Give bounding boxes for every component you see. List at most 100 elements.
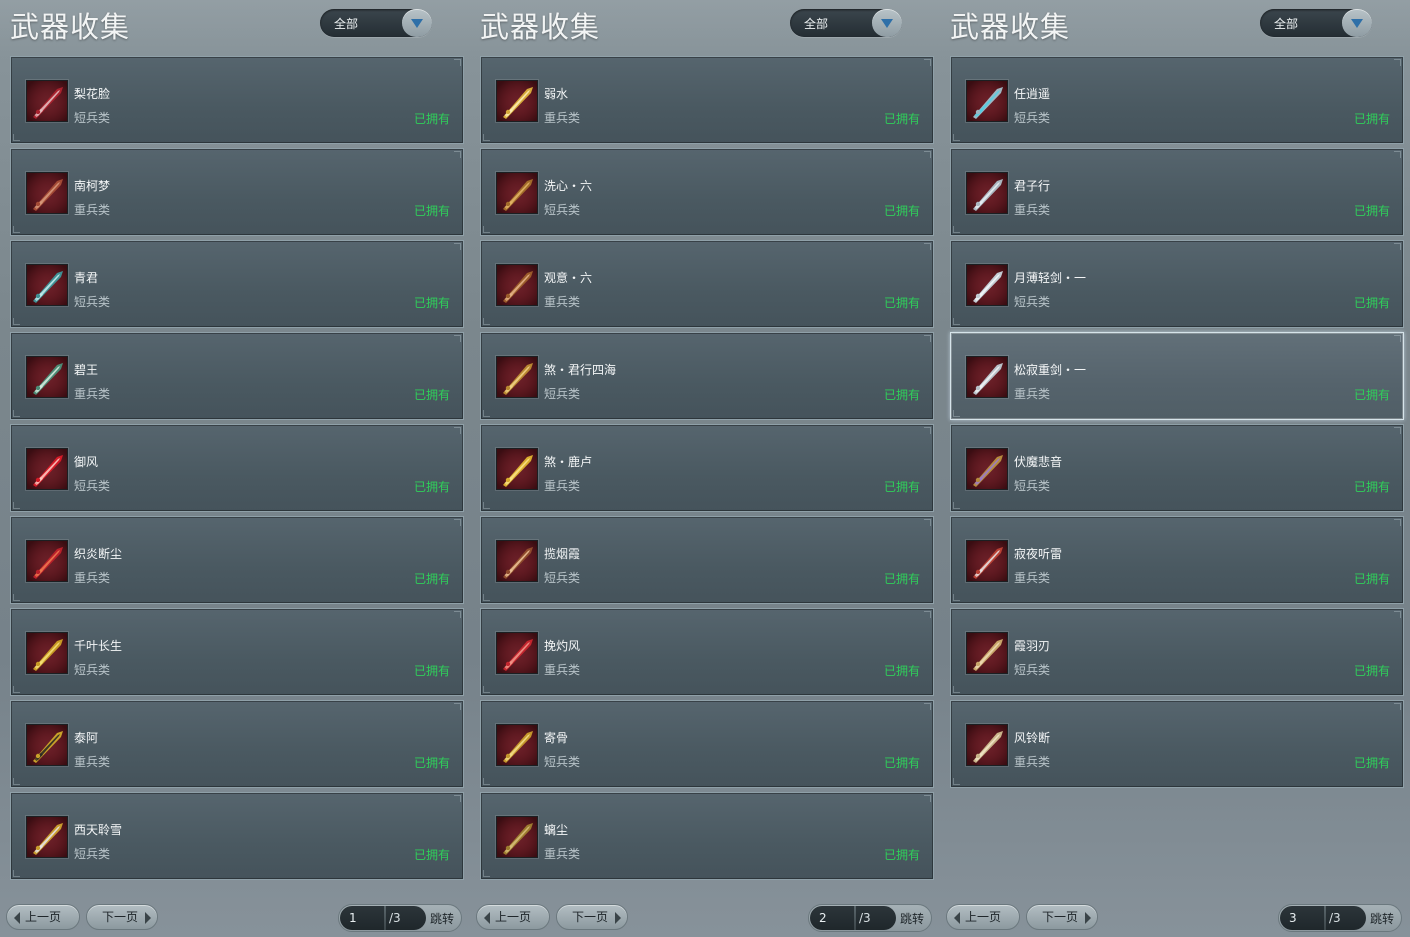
weapon-list: 弱水 重兵类 已拥有 洗心・六 短兵类 已拥有 观意・六 重兵类 已拥有 煞・君行四海 短兵类 已拥有… bbox=[480, 56, 934, 884]
weapon-list-item[interactable]: 寄骨 短兵类 已拥有 bbox=[480, 700, 934, 788]
prev-page-button[interactable]: 上一页 bbox=[6, 904, 80, 930]
weapon-type: 重兵类 bbox=[544, 111, 581, 125]
prev-page-button[interactable]: 上一页 bbox=[476, 904, 550, 930]
gold-staff-icon bbox=[26, 632, 68, 674]
weapon-name: 碧王 bbox=[74, 363, 99, 377]
page-jump-box: 2/3 跳转 bbox=[808, 904, 932, 932]
current-page: 2 bbox=[819, 911, 827, 925]
page-number-input[interactable]: 3/3 bbox=[1280, 906, 1366, 930]
weapon-list-item[interactable]: 千叶长生 短兵类 已拥有 bbox=[10, 608, 464, 696]
jump-button[interactable]: 跳转 bbox=[430, 910, 454, 927]
weapon-name: 寂夜听雷 bbox=[1014, 547, 1063, 561]
next-page-button[interactable]: 下一页 bbox=[556, 904, 628, 930]
weapon-list-item[interactable]: 西天聆雪 短兵类 已拥有 bbox=[10, 792, 464, 880]
page-number-input[interactable]: 1/3 bbox=[340, 906, 426, 930]
weapon-type: 重兵类 bbox=[544, 847, 581, 861]
weapon-type: 短兵类 bbox=[544, 203, 581, 217]
weapon-list-item[interactable]: 御风 短兵类 已拥有 bbox=[10, 424, 464, 512]
weapon-name: 月薄轻剑・一 bbox=[1014, 271, 1087, 285]
weapon-name: 梨花脸 bbox=[74, 87, 111, 101]
owned-status: 已拥有 bbox=[883, 664, 920, 678]
weapon-name: 泰阿 bbox=[74, 731, 99, 745]
weapon-name: 织炎断尘 bbox=[74, 547, 123, 561]
weapon-type: 重兵类 bbox=[74, 387, 111, 401]
weapon-list-item[interactable]: 泰阿 重兵类 已拥有 bbox=[10, 700, 464, 788]
filter-dropdown[interactable]: 全部 bbox=[790, 9, 902, 37]
weapon-type: 短兵类 bbox=[544, 571, 581, 585]
chevron-down-icon[interactable] bbox=[1342, 9, 1372, 37]
weapon-list-item[interactable]: 月薄轻剑・一 短兵类 已拥有 bbox=[950, 240, 1404, 328]
weapon-list-item[interactable]: 弱水 重兵类 已拥有 bbox=[480, 56, 934, 144]
owned-status: 已拥有 bbox=[1353, 572, 1390, 586]
weapon-list-item[interactable]: 风铃断 重兵类 已拥有 bbox=[950, 700, 1404, 788]
owned-status: 已拥有 bbox=[883, 204, 920, 218]
weapon-name: 观意・六 bbox=[544, 271, 593, 285]
purple-gold-sword-icon bbox=[966, 448, 1008, 490]
weapon-list-item[interactable]: 南柯梦 重兵类 已拥有 bbox=[10, 148, 464, 236]
filter-dropdown[interactable]: 全部 bbox=[320, 9, 432, 37]
page-title: 武器收集 bbox=[10, 10, 131, 44]
weapon-type: 重兵类 bbox=[1014, 755, 1051, 769]
spiked-sword-icon bbox=[496, 540, 538, 582]
weapon-list-item[interactable]: 观意・六 重兵类 已拥有 bbox=[480, 240, 934, 328]
next-page-button[interactable]: 下一页 bbox=[86, 904, 158, 930]
weapon-name: 任逍遥 bbox=[1014, 87, 1051, 101]
weapon-list-item[interactable]: 君子行 重兵类 已拥有 bbox=[950, 148, 1404, 236]
owned-status: 已拥有 bbox=[883, 480, 920, 494]
weapon-type: 重兵类 bbox=[1014, 571, 1051, 585]
gold-cross-sword-icon bbox=[496, 724, 538, 766]
weapon-list-item[interactable]: 洗心・六 短兵类 已拥有 bbox=[480, 148, 934, 236]
heavy-sword-icon bbox=[966, 356, 1008, 398]
weapon-list-item[interactable]: 梨花脸 短兵类 已拥有 bbox=[10, 56, 464, 144]
weapon-list-item[interactable]: 煞・鹿卢 重兵类 已拥有 bbox=[480, 424, 934, 512]
page-title: 武器收集 bbox=[950, 10, 1071, 44]
weapon-type: 重兵类 bbox=[74, 203, 111, 217]
weapon-name: 揽烟霞 bbox=[544, 547, 581, 561]
twin-gold-blade-icon bbox=[496, 448, 538, 490]
weapon-list-item[interactable]: 青君短兵类 已拥有 bbox=[10, 240, 464, 328]
weapon-type: 短兵类 bbox=[1014, 111, 1051, 125]
owned-status: 已拥有 bbox=[413, 296, 450, 310]
weapon-name: 南柯梦 bbox=[74, 179, 111, 193]
weapon-type: 重兵类 bbox=[1014, 387, 1051, 401]
weapon-list-item[interactable]: 碧王 重兵类 已拥有 bbox=[10, 332, 464, 420]
weapon-type: 短兵类 bbox=[1014, 295, 1051, 309]
current-page: 1 bbox=[349, 911, 357, 925]
chevron-down-icon[interactable] bbox=[872, 9, 902, 37]
filter-dropdown[interactable]: 全部 bbox=[1260, 9, 1372, 37]
gold-black-blade-icon bbox=[26, 724, 68, 766]
weapon-type: 短兵类 bbox=[544, 755, 581, 769]
weapon-list-item[interactable]: 任逍遥短兵类 已拥有 bbox=[950, 56, 1404, 144]
weapon-type: 短兵类 bbox=[74, 111, 111, 125]
dragon-blade-icon bbox=[496, 816, 538, 858]
weapon-list-item[interactable]: 织炎断尘 重兵类 已拥有 bbox=[10, 516, 464, 604]
jump-button[interactable]: 跳转 bbox=[900, 910, 924, 927]
weapon-name: 青君 bbox=[74, 271, 99, 285]
weapon-name: 伏魔悲音 bbox=[1014, 455, 1063, 469]
gold-greatsword-icon bbox=[496, 80, 538, 122]
weapon-list-item[interactable]: 寂夜听雷重兵类 已拥有 bbox=[950, 516, 1404, 604]
weapon-type: 短兵类 bbox=[74, 479, 111, 493]
owned-status: 已拥有 bbox=[1353, 112, 1390, 126]
page-number-input[interactable]: 2/3 bbox=[810, 906, 896, 930]
weapon-list-item[interactable]: 揽烟霞 短兵类 已拥有 bbox=[480, 516, 934, 604]
weapon-type: 短兵类 bbox=[74, 847, 111, 861]
total-pages: /3 bbox=[389, 911, 401, 925]
next-page-button[interactable]: 下一页 bbox=[1026, 904, 1098, 930]
weapon-list-item[interactable]: 挽灼风 重兵类 已拥有 bbox=[480, 608, 934, 696]
filter-value: 全部 bbox=[804, 17, 829, 31]
chevron-down-icon[interactable] bbox=[402, 9, 432, 37]
weapon-type: 短兵类 bbox=[74, 295, 111, 309]
teal-sword-icon bbox=[26, 264, 68, 306]
weapon-list-item[interactable]: 煞・君行四海 短兵类 已拥有 bbox=[480, 332, 934, 420]
prev-page-button[interactable]: 上一页 bbox=[946, 904, 1020, 930]
jump-button[interactable]: 跳转 bbox=[1370, 910, 1394, 927]
owned-status: 已拥有 bbox=[883, 388, 920, 402]
weapon-list-item[interactable]: 螭尘 重兵类 已拥有 bbox=[480, 792, 934, 880]
page-title: 武器收集 bbox=[480, 10, 601, 44]
weapon-list-item[interactable]: 霞羽刃 短兵类 已拥有 bbox=[950, 608, 1404, 696]
weapon-list-item[interactable]: 伏魔悲音 短兵类 已拥有 bbox=[950, 424, 1404, 512]
weapon-name: 螭尘 bbox=[544, 823, 569, 837]
feather-blade-icon bbox=[966, 632, 1008, 674]
weapon-list-item[interactable]: 松寂重剑・一 重兵类 已拥有 bbox=[950, 332, 1404, 420]
